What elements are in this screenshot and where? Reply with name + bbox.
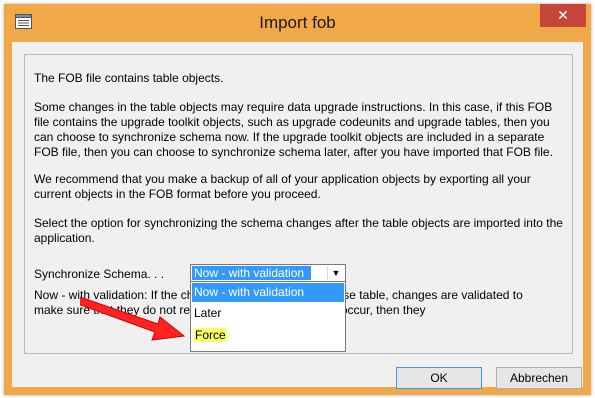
select-option-text: Select the option for synchronizing the … (34, 216, 563, 245)
ok-button[interactable]: OK (396, 367, 482, 389)
select-current-value: Now - with validation (192, 266, 311, 280)
synchronize-schema-select[interactable]: Now - with validation ▼ (190, 264, 346, 282)
backup-recommendation-text: We recommend that you make a backup of a… (34, 172, 531, 201)
option-force[interactable]: Force (192, 326, 344, 345)
dialog-title: Import fob (259, 13, 336, 32)
close-button[interactable]: ✕ (540, 4, 586, 27)
synchronize-schema-dropdown-list: Now - with validation Later Force (190, 281, 346, 352)
chevron-down-icon[interactable]: ▼ (327, 266, 344, 280)
title-bar[interactable]: Import fob ✕ (4, 4, 591, 42)
synchronize-schema-label: Synchronize Schema. . . (34, 267, 165, 281)
cancel-button[interactable]: Abbrechen (496, 367, 582, 389)
upgrade-instructions-text: Some changes in the table objects may re… (34, 100, 553, 159)
option-force-label: Force (194, 328, 227, 342)
intro-text: The FOB file contains table objects. (34, 71, 224, 85)
red-arrow-annotation (80, 296, 186, 341)
option-later[interactable]: Later (192, 304, 344, 323)
option-now-with-validation[interactable]: Now - with validation (192, 283, 344, 302)
